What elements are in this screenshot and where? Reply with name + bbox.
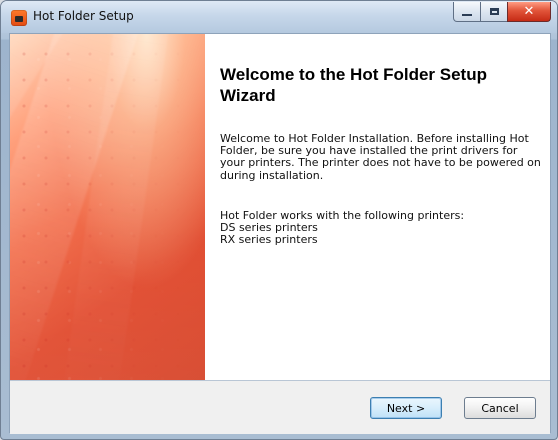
maximize-icon bbox=[489, 8, 499, 15]
close-icon: ✕ bbox=[523, 4, 535, 19]
wizard-intro-text: Welcome to Hot Folder Installation. Befo… bbox=[220, 132, 541, 182]
title-bar[interactable]: Hot Folder Setup ✕ bbox=[1, 1, 557, 33]
close-button[interactable]: ✕ bbox=[507, 2, 551, 22]
minimize-button[interactable] bbox=[453, 2, 481, 22]
supported-printers: Hot Folder works with the following prin… bbox=[220, 209, 542, 247]
next-button[interactable]: Next > bbox=[370, 397, 442, 419]
wizard-heading: Welcome to the Hot Folder Setup Wizard bbox=[220, 65, 487, 105]
window-controls: ✕ bbox=[453, 2, 551, 22]
window-title: Hot Folder Setup bbox=[33, 9, 134, 23]
wizard-footer: Next > Cancel bbox=[10, 380, 550, 434]
wizard-content: Welcome to the Hot Folder Setup Wizard W… bbox=[9, 33, 551, 434]
maximize-button[interactable] bbox=[481, 2, 507, 22]
printer-item-rx: RX series printers bbox=[220, 233, 318, 247]
installer-window: Hot Folder Setup ✕ Welcome to the Hot Fo… bbox=[0, 0, 558, 440]
app-icon bbox=[11, 10, 27, 26]
minimize-icon bbox=[462, 13, 472, 16]
cancel-button[interactable]: Cancel bbox=[464, 397, 536, 419]
wizard-banner-image bbox=[10, 34, 205, 380]
banner-speckle-texture bbox=[10, 34, 205, 380]
